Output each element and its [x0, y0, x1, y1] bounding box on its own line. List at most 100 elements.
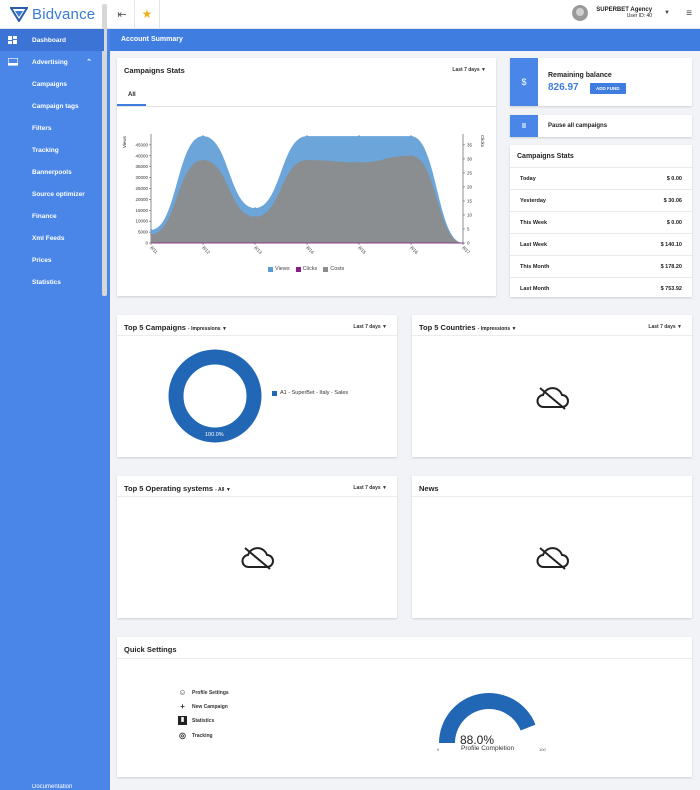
sidebar-item-campaigns[interactable]: Campaigns — [0, 73, 104, 95]
favorites-button[interactable]: ★ — [135, 0, 159, 28]
spend-row: This Week $ 0.00 — [510, 211, 692, 233]
caret-down-icon: ▼ — [664, 10, 670, 16]
y-tick-label: 35000 — [135, 164, 148, 169]
quick-setting-label: Statistics — [192, 717, 215, 724]
card-title-text: Top 5 Operating systems — [124, 484, 214, 493]
y-tick-label: 10000 — [135, 219, 148, 224]
tab-all[interactable]: All — [128, 92, 136, 98]
donut-legend[interactable]: A1 - SuperBet - Italy - Sales — [272, 390, 348, 396]
spend-label: Last Week — [520, 241, 548, 248]
caret-down-icon: ▼ — [677, 324, 682, 330]
sidebar-item-finance[interactable]: Finance — [0, 205, 104, 227]
metric-dropdown[interactable]: - Impressions ▼ — [478, 326, 517, 332]
avatar — [572, 5, 589, 21]
gauge-label: Profile Completion — [461, 745, 515, 752]
caret-down-icon: ▼ — [221, 326, 227, 332]
y-tick-label: 25000 — [135, 186, 148, 191]
legend-item-costs[interactable]: Costs — [323, 266, 344, 272]
target-icon: ◎ — [179, 731, 186, 740]
spend-value: $ 178.20 — [660, 263, 682, 270]
spend-value: $ 140.10 — [660, 241, 682, 248]
y-tick-label: 20000 — [135, 197, 148, 202]
point-costs — [306, 159, 308, 162]
user-menu[interactable]: SUPERBET Agency User ID: 40 ▼ — [572, 5, 670, 21]
sidebar-item-source-optimizer[interactable]: Source optimizer — [0, 183, 104, 205]
legend-swatch — [295, 266, 301, 272]
y2-tick-label: 15 — [467, 198, 473, 203]
area-series-costs — [151, 155, 463, 243]
card-divider — [412, 496, 692, 497]
sidebar-item-bannerpools[interactable]: Bannerpools — [0, 161, 104, 183]
x-tick-label: 8/17 — [461, 245, 471, 255]
legend-swatch — [268, 266, 273, 272]
statistics-link[interactable]: ▮ Statistics — [178, 716, 214, 725]
top-os-title: Top 5 Operating systems - All ▼ — [124, 484, 231, 493]
y-tick-label: 30000 — [135, 175, 148, 180]
caret-down-icon: ▼ — [382, 324, 387, 330]
sidebar-item-prices[interactable]: Prices — [0, 249, 104, 271]
sidebar-item-label: Statistics — [32, 278, 61, 286]
sidebar-item-tracking[interactable]: Tracking — [0, 139, 104, 161]
menu-button[interactable]: ≡ — [686, 8, 692, 19]
cloud-off-icon — [536, 387, 569, 410]
y2-tick-label: 10 — [467, 212, 473, 217]
sidebar-item-documentation[interactable]: Documentation — [0, 784, 104, 790]
tab-divider — [117, 106, 496, 107]
range-dropdown[interactable]: Last 7 days ▼ — [353, 485, 387, 491]
campaign-spend-card: Campaigns Stats Today $ 0.00 Yesterday $ 30… — [510, 145, 692, 297]
sidebar-item-label: Campaign tags — [32, 102, 79, 110]
advertising-icon — [8, 58, 18, 66]
range-label: Last 7 days — [648, 324, 676, 330]
gauge-max: 100 — [539, 747, 546, 752]
card-divider — [117, 658, 692, 659]
point-costs — [254, 215, 256, 218]
pause-all-card[interactable]: II Pause all campaigns — [510, 115, 692, 137]
sidebar-item-filters[interactable]: Filters — [0, 117, 104, 139]
sidebar-item-statistics[interactable]: Statistics — [0, 271, 104, 293]
profile-settings-link[interactable]: ☺ Profile Settings — [178, 688, 228, 697]
point-views — [150, 229, 152, 231]
add-fund-button[interactable]: ADD FUND — [590, 83, 626, 94]
campaign-spend-table: Today $ 0.00 Yesterday $ 30.06 This Week $ 0.… — [510, 167, 692, 299]
range-label: Last 7 days — [353, 485, 381, 491]
donut-slice[interactable] — [168, 349, 262, 443]
tracking-link[interactable]: ◎ Tracking — [178, 731, 213, 740]
spend-row: Yesterday $ 30.06 — [510, 189, 692, 211]
y2-tick-label: 0 — [467, 241, 470, 246]
top-os-card: Top 5 Operating systems - All ▼ Last 7 d… — [117, 476, 397, 618]
collapse-sidebar-button[interactable]: ⇤ — [110, 0, 134, 28]
hamburger-icon: ≡ — [686, 8, 692, 19]
donut-percent: 100.0% — [205, 432, 224, 438]
bar-chart-icon: ▮ — [178, 716, 187, 725]
x-tick-label: 8/11 — [149, 245, 159, 255]
bidvance-logo-icon — [10, 7, 28, 22]
legend-item-clicks[interactable]: Clicks — [295, 266, 317, 272]
y-tick-label: 0 — [145, 241, 148, 246]
point-views — [410, 135, 412, 138]
y2-tick-label: 30 — [467, 156, 473, 161]
range-dropdown[interactable]: Last 7 days ▼ — [452, 67, 486, 73]
sidebar-item-dashboard[interactable]: Dashboard — [0, 29, 104, 51]
sidebar-item-xml-feeds[interactable]: Xml Feeds — [0, 227, 104, 249]
spend-value: $ 0.00 — [666, 219, 682, 226]
brand[interactable]: Bidvance — [0, 0, 110, 29]
sidebar-item-label: Bannerpools — [32, 168, 72, 176]
metric-dropdown[interactable]: - Impressions ▼ — [188, 326, 227, 332]
range-dropdown[interactable]: Last 7 days ▼ — [648, 324, 682, 330]
x-tick-label: 8/15 — [357, 245, 367, 255]
y2-tick-label: 35 — [467, 142, 473, 147]
legend-item-views[interactable]: Views — [268, 266, 290, 272]
x-tick-label: 8/13 — [253, 245, 263, 255]
range-dropdown[interactable]: Last 7 days ▼ — [353, 324, 387, 330]
caret-down-icon: ▼ — [382, 485, 387, 491]
point-costs — [150, 233, 152, 236]
brand-name: Bidvance — [32, 5, 96, 23]
metric-label: - Impressions — [188, 326, 221, 332]
caret-down-icon: ▼ — [481, 67, 486, 73]
sidebar-item-label: Finance — [32, 212, 57, 220]
metric-dropdown[interactable]: - All ▼ — [215, 487, 231, 493]
new-campaign-link[interactable]: + New Campaign — [178, 702, 228, 711]
sidebar-item-advertising[interactable]: Advertising ⌃ — [0, 51, 104, 73]
sidebar: Bidvance Dashboard Advertising ⌃ Campaig… — [0, 0, 110, 790]
sidebar-item-campaign-tags[interactable]: Campaign tags — [0, 95, 104, 117]
